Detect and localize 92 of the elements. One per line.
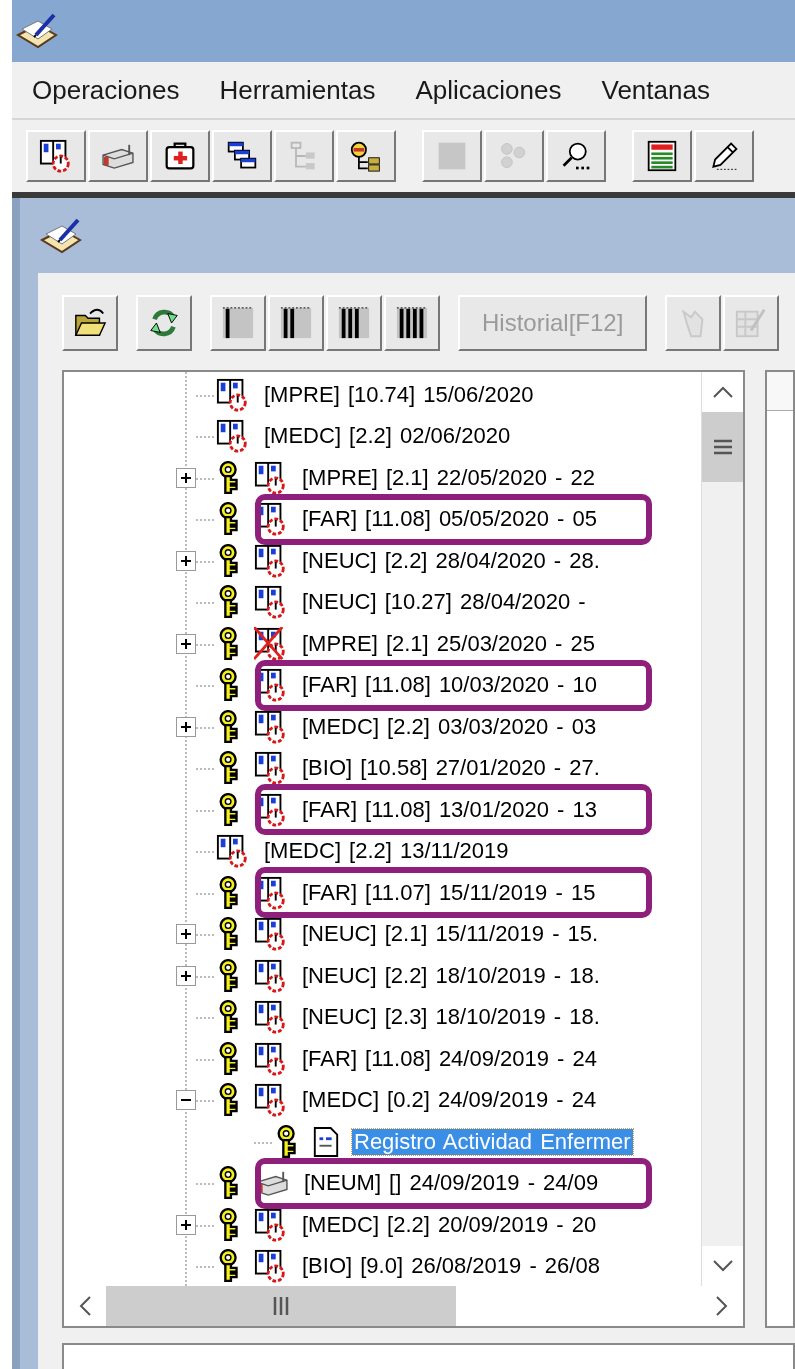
menu-item[interactable]: Herramientas	[199, 74, 396, 106]
tree-item[interactable]: [MPRE] [2.1] 22/05/2020 - 22	[300, 464, 597, 491]
toolbar-button[interactable]	[336, 130, 396, 182]
record-clock-icon	[254, 1249, 288, 1284]
tree-item[interactable]: [BIO] [9.0] 26/08/2019 - 26/08	[300, 1253, 602, 1280]
tree-item[interactable]: [FAR] [11.08] 10/03/2020 - 10	[300, 672, 599, 699]
tree-item[interactable]: [NEUC] [2.1] 15/11/2019 - 15.	[300, 921, 601, 948]
bed-icon	[100, 142, 136, 170]
tree-item[interactable]: [FAR] [11.08] 05/05/2020 - 05	[300, 506, 599, 533]
plus-icon	[180, 554, 192, 567]
scroll-up-button[interactable]	[702, 372, 743, 412]
toolbar-button[interactable]	[212, 130, 272, 182]
chevron-up-icon	[711, 386, 734, 398]
record-clock-icon	[216, 377, 250, 412]
square-icon	[436, 140, 468, 172]
toolbar-button[interactable]	[88, 130, 148, 182]
grip-icon	[713, 439, 732, 455]
column-bars-icon	[395, 306, 429, 340]
plus-icon	[180, 471, 192, 484]
expand-toggle[interactable]	[176, 924, 196, 945]
record-clock-icon	[216, 834, 250, 869]
chevron-down-icon	[711, 1260, 734, 1272]
column-bars-icon	[279, 306, 313, 340]
tree-item[interactable]: [FAR] [11.08] 13/01/2020 - 13	[300, 796, 599, 823]
collapse-toggle[interactable]	[176, 1090, 196, 1111]
record-clock-icon	[254, 1000, 288, 1035]
record-clock-icon	[254, 460, 288, 495]
expand-toggle[interactable]	[176, 716, 196, 737]
menu-item[interactable]: Ventanas	[581, 74, 730, 106]
record-clock-icon	[39, 139, 73, 173]
record-clock-icon	[254, 1041, 288, 1076]
tree-item[interactable]: [BIO] [10.58] 27/01/2020 - 27.	[300, 755, 602, 782]
record-clock-icon	[254, 958, 288, 993]
tree-item[interactable]: [FAR] [11.08] 24/09/2019 - 24	[300, 1045, 599, 1072]
chevron-left-icon	[79, 1295, 91, 1317]
record-clock-icon	[254, 1083, 288, 1118]
crossed-record-icon	[254, 626, 288, 661]
tree-item[interactable]: [NEUC] [2.2] 28/04/2020 - 28.	[300, 547, 602, 574]
tree-item[interactable]: [MEDC] [2.2] 03/03/2020 - 03	[300, 713, 599, 740]
record-clock-icon	[216, 419, 250, 454]
tree-item[interactable]: [MEDC] [0.2] 24/09/2019 - 24	[300, 1087, 599, 1114]
tree-item[interactable]: [FAR] [11.07] 15/11/2019 - 15	[300, 879, 598, 906]
toolbar-button[interactable]	[150, 130, 210, 182]
first-aid-kit-icon	[164, 140, 196, 172]
expand-toggle[interactable]	[176, 965, 196, 986]
plus-icon	[180, 720, 192, 733]
menu-item[interactable]: Aplicaciones	[395, 74, 582, 106]
record-clock-icon	[254, 709, 288, 744]
plus-icon	[180, 637, 192, 650]
grip-icon	[273, 1297, 289, 1315]
expand-toggle[interactable]	[176, 550, 196, 571]
tree-item[interactable]: [MEDC] [2.2] 02/06/2020	[262, 423, 513, 450]
toolbar-button[interactable]	[210, 295, 266, 351]
spreadsheet-icon	[646, 140, 678, 172]
tree-item[interactable]: [NEUM] [] 24/09/2019 - 24/09	[302, 1170, 601, 1197]
tree-item[interactable]: [NEUC] [2.3] 18/10/2019 - 18.	[300, 1004, 602, 1031]
toolbar-button[interactable]	[268, 295, 324, 351]
tree-view[interactable]	[62, 370, 745, 1328]
plus-icon	[180, 928, 192, 941]
toolbar-button[interactable]	[546, 130, 606, 182]
toolbar-button[interactable]	[384, 295, 440, 351]
record-clock-icon	[254, 585, 288, 620]
column-bars-icon	[337, 306, 371, 340]
expand-toggle[interactable]	[176, 467, 196, 488]
document-icon	[312, 1125, 340, 1158]
toolbar-button[interactable]	[26, 130, 86, 182]
tree-item[interactable]: [MEDC] [2.2] 13/11/2019	[262, 838, 511, 865]
record-clock-icon	[254, 543, 288, 578]
scroll-thumb[interactable]	[702, 412, 743, 482]
tree-item[interactable]: [NEUC] [2.2] 18/10/2019 - 18.	[300, 962, 602, 989]
column-bars-icon	[221, 306, 255, 340]
chevron-right-icon	[716, 1295, 728, 1317]
tree-item[interactable]: [MEDC] [2.2] 20/09/2019 - 20	[300, 1211, 599, 1238]
toolbar-button[interactable]	[62, 295, 118, 351]
record-clock-icon	[254, 917, 288, 952]
search-icon	[560, 140, 592, 172]
book-pen-icon	[16, 11, 60, 51]
plus-icon	[180, 1218, 192, 1231]
scroll-thumb[interactable]	[106, 1286, 456, 1326]
tree-item[interactable]: [MPRE] [2.1] 25/03/2020 - 25	[300, 630, 597, 657]
expand-toggle[interactable]	[176, 1214, 196, 1235]
tree-item[interactable]: [MPRE] [10.74] 15/06/2020	[262, 381, 536, 408]
record-clock-icon	[254, 1207, 288, 1242]
toolbar-button[interactable]	[694, 130, 754, 182]
tree-item[interactable]: [NEUC] [10.27] 28/04/2020 -	[300, 589, 588, 616]
menu-item[interactable]: Operaciones	[12, 74, 200, 106]
scroll-down-button[interactable]	[702, 1246, 743, 1286]
plus-icon	[180, 969, 192, 982]
record-clock-icon	[254, 751, 288, 786]
expand-toggle[interactable]	[176, 633, 196, 654]
toolbar-button[interactable]	[632, 130, 692, 182]
toolbar-button[interactable]	[326, 295, 382, 351]
